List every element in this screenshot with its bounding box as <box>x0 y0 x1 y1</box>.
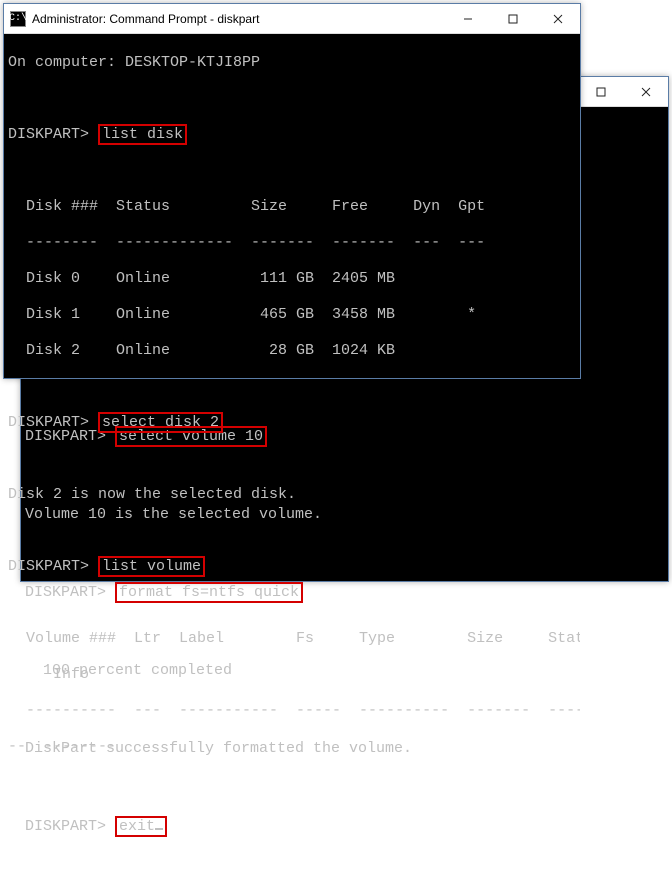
titlebar-front[interactable]: C:\ Administrator: Command Prompt - disk… <box>4 4 580 34</box>
maximize-button[interactable] <box>578 77 623 106</box>
prompt: DISKPART> <box>25 818 106 835</box>
volume-sep2: -- -------- <box>8 738 576 756</box>
terminal-output-front: On computer: DESKTOP-KTJI8PP DISKPART> l… <box>4 34 580 794</box>
cmd-list-disk: list disk <box>98 124 187 145</box>
cmd-select-disk: select disk 2 <box>98 412 223 433</box>
disk-header: Disk ### Status Size Free Dyn Gpt <box>8 198 576 216</box>
cursor-icon <box>155 828 163 830</box>
computer-line: On computer: DESKTOP-KTJI8PP <box>8 54 576 72</box>
disk-row: Disk 1 Online 465 GB 3458 MB * <box>8 306 576 324</box>
msg-selected-disk: Disk 2 is now the selected disk. <box>8 486 576 504</box>
volume-header: Volume ### Ltr Label Fs Type Size Status <box>8 630 576 648</box>
window-title-front: Administrator: Command Prompt - diskpart <box>32 12 445 26</box>
cmd-icon: C:\ <box>10 11 26 27</box>
prompt: DISKPART> <box>8 126 89 143</box>
volume-sep: ---------- --- ----------- ----- -------… <box>8 702 576 720</box>
disk-row: Disk 2 Online 28 GB 1024 KB <box>8 342 576 360</box>
prompt: DISKPART> <box>8 558 89 575</box>
cmd-window-front: C:\ Administrator: Command Prompt - disk… <box>3 3 581 379</box>
minimize-button[interactable] <box>445 4 490 33</box>
cmd-exit: exit <box>115 816 167 837</box>
maximize-button[interactable] <box>490 4 535 33</box>
disk-sep: -------- ------------- ------- ------- -… <box>8 234 576 252</box>
close-button[interactable] <box>623 77 668 106</box>
cmd-list-volume: list volume <box>98 556 205 577</box>
volume-header2: Info <box>8 666 576 684</box>
prompt: DISKPART> <box>8 414 89 431</box>
disk-row: Disk 0 Online 111 GB 2405 MB <box>8 270 576 288</box>
close-button[interactable] <box>535 4 580 33</box>
